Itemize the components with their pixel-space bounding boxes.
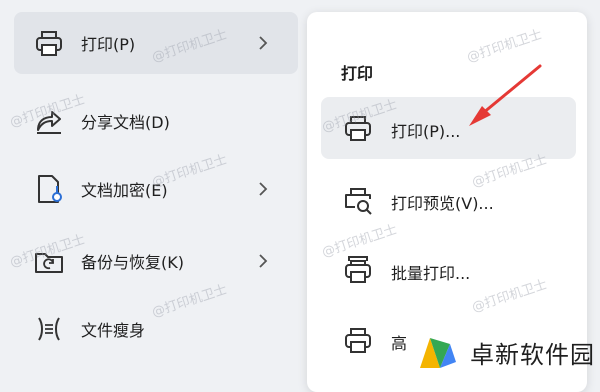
submenu-item-batch-print[interactable]: 批量打印...: [321, 239, 576, 301]
slim-icon: [38, 317, 60, 341]
menu-item-encrypt[interactable]: 文档加密(E): [14, 158, 298, 220]
menu-item-label: 文件瘦身: [81, 321, 146, 340]
printer-icon: [345, 328, 371, 353]
printer-icon: [345, 116, 371, 141]
backup-icon: [35, 253, 63, 273]
submenu-item-label: 批量打印...: [391, 264, 471, 283]
batch-print-icon: [345, 256, 371, 283]
menu-item-slim[interactable]: 文件瘦身: [14, 298, 298, 360]
menu-item-print[interactable]: 打印(P): [14, 12, 298, 74]
submenu-item-label: 高: [391, 334, 408, 353]
annotation-arrow-icon: [469, 64, 542, 126]
menu-item-backup[interactable]: 备份与恢复(K): [14, 230, 298, 292]
submenu-item-label: 打印(P)...: [391, 122, 461, 141]
share-icon: [37, 111, 61, 134]
menu-item-share[interactable]: 分享文档(D): [14, 90, 298, 152]
submenu-title: 打印: [341, 64, 374, 83]
submenu-item-print-preview[interactable]: 打印预览(V)...: [321, 169, 576, 231]
menu-item-label: 打印(P): [81, 35, 136, 54]
chevron-right-icon: [259, 182, 268, 196]
site-logo: 卓新软件园: [410, 327, 600, 377]
menu-item-label: 分享文档(D): [81, 113, 170, 132]
chevron-right-icon: [259, 254, 268, 268]
menu-item-label: 备份与恢复(K): [81, 253, 184, 272]
print-preview-icon: [345, 188, 372, 215]
chevron-right-icon: [259, 36, 268, 50]
submenu-item-label: 打印预览(V)...: [391, 194, 494, 213]
file-menu: 打印(P) 分享文档(D) 文档加密(E) 备份与恢复(K) 文件瘦身: [0, 0, 310, 377]
encrypt-icon: [38, 175, 62, 203]
menu-item-label: 文档加密(E): [81, 181, 168, 200]
logo-text: 卓新软件园: [470, 340, 595, 369]
printer-icon: [36, 31, 62, 56]
logo-icon: [420, 338, 456, 368]
